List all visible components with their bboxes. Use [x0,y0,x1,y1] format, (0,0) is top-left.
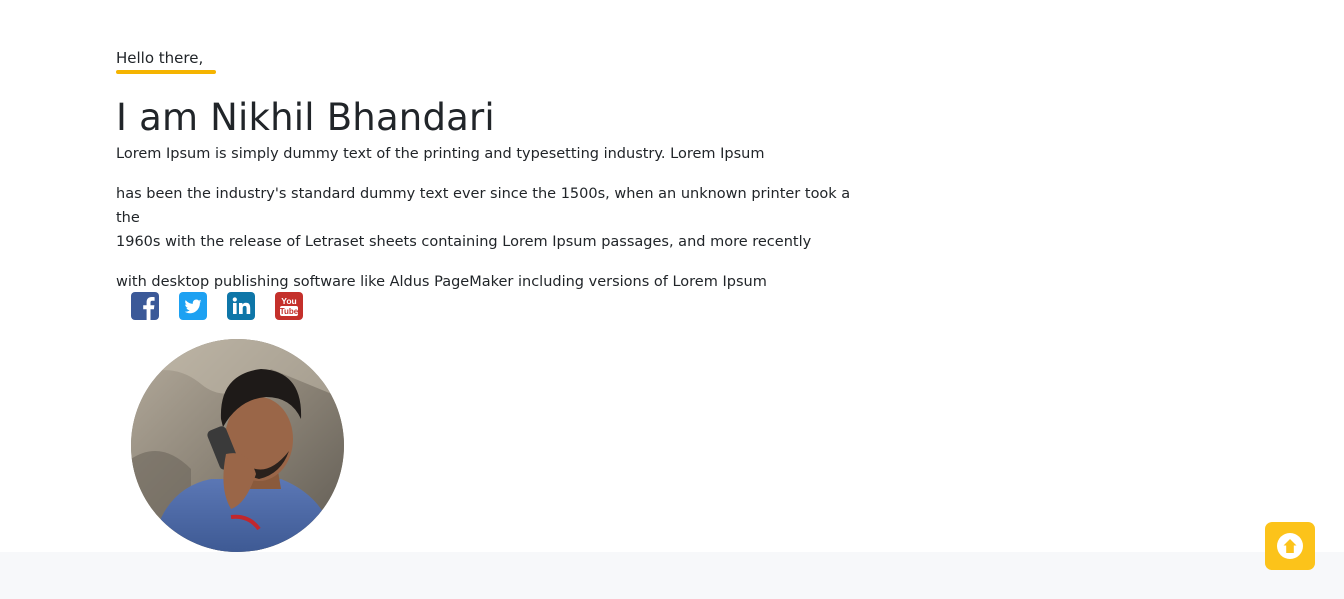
linkedin-link[interactable] [227,292,255,320]
hero-section: Hello there, I am Nikhil Bhandari Lorem … [116,48,876,294]
arrow-up-circle-icon [1277,533,1303,559]
intro-paragraph-2-line-2: 1960s with the release of Letraset sheet… [116,234,812,250]
page: Hello there, I am Nikhil Bhandari Lorem … [0,0,1344,599]
facebook-link[interactable] [131,292,159,320]
youtube-icon: You Tube [275,292,303,320]
youtube-logo-text-you: You [281,296,296,306]
scroll-to-top-button[interactable] [1265,522,1315,570]
facebook-icon [131,292,159,320]
intro-paragraph-1: Lorem Ipsum is simply dummy text of the … [116,146,765,162]
intro-paragraph-2-line-1: has been the industry's standard dummy t… [116,186,851,226]
youtube-logo-text-tube: Tube [280,307,299,316]
intro-paragraph-3: with desktop publishing software like Al… [116,274,767,290]
footer-band [0,552,1344,599]
youtube-link[interactable]: You Tube [275,292,303,320]
social-links: You Tube [131,292,303,320]
profile-avatar [131,339,344,552]
profile-photo [131,339,344,552]
hero-title: I am Nikhil Bhandari [116,96,495,139]
linkedin-icon [227,292,255,320]
twitter-icon [179,292,207,320]
greeting-text: Hello there, [116,49,204,67]
twitter-link[interactable] [179,292,207,320]
intro-paragraph-2: has been the industry's standard dummy t… [116,182,876,254]
greeting-underline [116,70,216,74]
